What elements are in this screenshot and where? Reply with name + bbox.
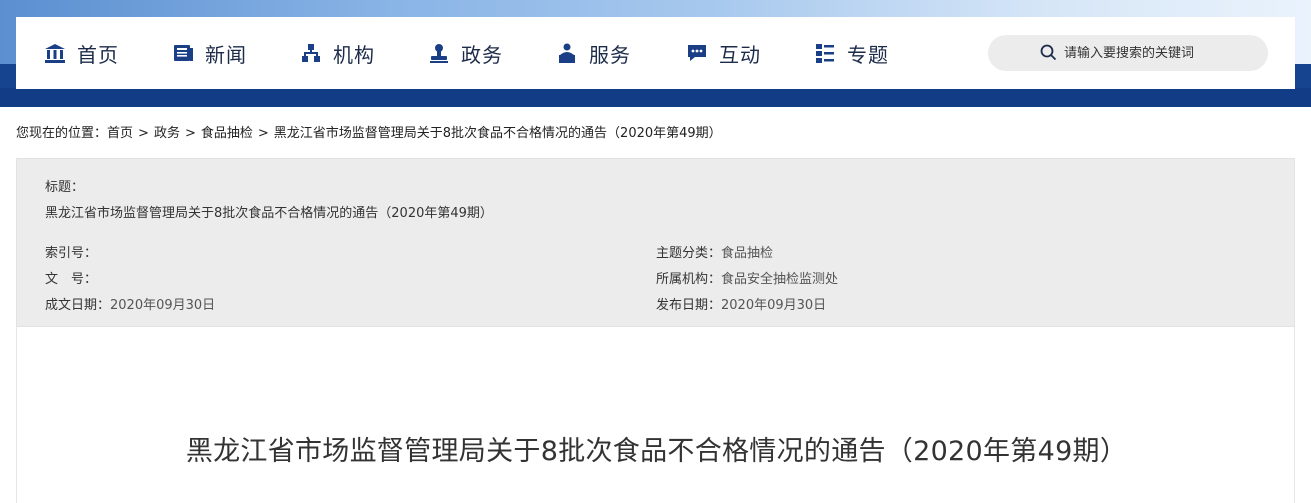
- info-title-label: 标题：: [45, 180, 85, 195]
- nav-item-home[interactable]: 首页: [44, 17, 119, 89]
- chat-icon: [686, 42, 708, 64]
- article-body: 黑龙江省市场监督管理局关于8批次食品不合格情况的通告（2020年第49期）: [16, 327, 1295, 503]
- nav-item-label: 专题: [847, 42, 889, 67]
- nav-item-label: 机构: [333, 42, 375, 67]
- building-icon: [44, 42, 66, 64]
- info-date-written-row: 成文日期：2020年09月30日: [45, 294, 215, 313]
- nav-item-interact[interactable]: 互动: [686, 17, 761, 89]
- nav-item-label: 新闻: [205, 42, 247, 67]
- info-index-label: 索引号：: [45, 246, 98, 261]
- info-publish-date-value: 2020年09月30日: [721, 298, 827, 313]
- nav-item-label: 政务: [461, 42, 503, 67]
- info-category-row: 主题分类：食品抽检: [656, 242, 773, 261]
- breadcrumb: 您现在的位置：首页 > 政务 > 食品抽检 > 黑龙江省市场监督管理局关于8批次食品不合格情…: [16, 122, 722, 141]
- newspaper-icon: [172, 42, 194, 64]
- nav-item-org[interactable]: 机构: [300, 17, 375, 89]
- info-org-row: 所属机构：食品安全抽检监测处: [656, 268, 838, 287]
- stamp-icon: [428, 42, 450, 64]
- search-box[interactable]: [988, 35, 1268, 71]
- nav-item-topics[interactable]: 专题: [814, 17, 889, 89]
- info-doc-number-row: 文 号：: [45, 268, 97, 287]
- info-doc-number-label: 文 号：: [45, 272, 98, 287]
- search-input[interactable]: [1064, 45, 1268, 61]
- document-info-box: 标题： 黑龙江省市场监督管理局关于8批次食品不合格情况的通告（2020年第49期…: [16, 158, 1295, 327]
- article-title: 黑龙江省市场监督管理局关于8批次食品不合格情况的通告（2020年第49期）: [185, 436, 1128, 467]
- breadcrumb-separator: >: [138, 126, 149, 141]
- info-publish-date-row: 发布日期：2020年09月30日: [656, 294, 826, 313]
- breadcrumb-separator: >: [184, 126, 196, 141]
- breadcrumb-separator: >: [257, 126, 269, 141]
- nav-item-service[interactable]: 服务: [556, 17, 631, 89]
- nav-item-label: 首页: [77, 42, 119, 67]
- breadcrumb-affairs-link[interactable]: 政务: [154, 126, 180, 141]
- search-icon[interactable]: [1040, 44, 1057, 61]
- nav-item-news[interactable]: 新闻: [172, 17, 247, 89]
- info-publish-date-label: 发布日期：: [656, 298, 722, 313]
- site-header: 首页 新闻 机构 政务 服务 互动 专题 请输入要搜索的关键词: [0, 0, 1311, 107]
- topic-grid-icon: [814, 42, 836, 64]
- nav-item-affairs[interactable]: 政务: [428, 17, 503, 89]
- org-chart-icon: [300, 42, 322, 64]
- info-category-value: 食品抽检: [721, 246, 774, 261]
- breadcrumb-prefix: 您现在的位置：: [16, 126, 108, 141]
- info-date-written-label: 成文日期：: [45, 298, 111, 313]
- info-date-written-value: 2020年09月30日: [110, 298, 216, 313]
- nav-item-label: 互动: [719, 42, 761, 67]
- info-category-label: 主题分类：: [656, 246, 722, 261]
- info-org-value: 食品安全抽检监测处: [721, 272, 839, 287]
- breadcrumb-home-link[interactable]: 首页: [107, 126, 133, 141]
- person-service-icon: [556, 42, 578, 64]
- info-org-label: 所属机构：: [656, 272, 722, 287]
- main-nav: 首页 新闻 机构 政务 服务 互动 专题 请输入要搜索的关键词: [16, 17, 1295, 89]
- nav-item-label: 服务: [589, 42, 631, 67]
- breadcrumb-food-inspection-link[interactable]: 食品抽检: [201, 126, 253, 141]
- info-title-value: 黑龙江省市场监督管理局关于8批次食品不合格情况的通告（2020年第49期）: [45, 206, 493, 221]
- info-index-row: 索引号：: [45, 242, 97, 261]
- breadcrumb-current: 黑龙江省市场监督管理局关于8批次食品不合格情况的通告（2020年第49期）: [273, 126, 722, 141]
- header-bottom-band: [0, 88, 1311, 107]
